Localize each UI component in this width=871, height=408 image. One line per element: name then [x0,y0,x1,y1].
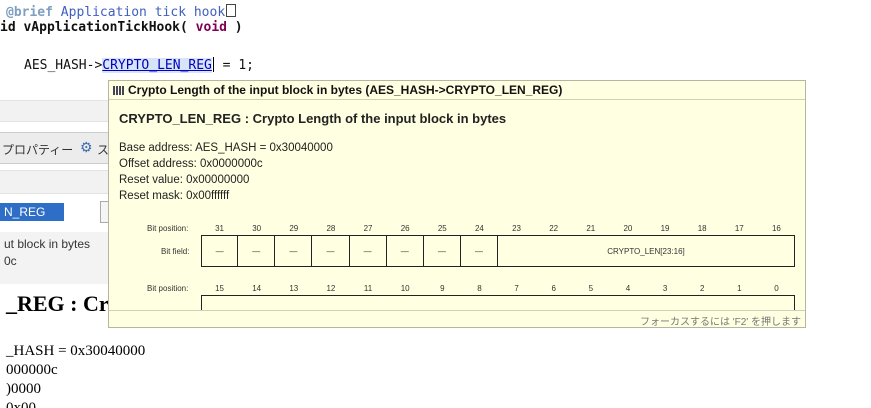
register-tooltip-popup[interactable]: Crypto Length of the input block in byte… [108,80,806,328]
bit-field-reserved: — [460,235,498,267]
bit-number: 14 [252,284,262,293]
bit-field-reserved: — [349,235,387,267]
bit-position-label: Bit position: [147,284,189,293]
function-paren: ) [226,20,243,35]
properties-tab[interactable]: プロパティー ⚙ ス [0,132,110,164]
reset-mask: Reset mask: 0x00ffffff [119,190,230,202]
doc-offset-address: 000000c [6,362,58,378]
bit-number: 11 [363,284,373,293]
doc-reset-mask-partial: 0x00 [6,400,36,408]
bit-number: 31 [215,224,225,233]
bit-number: 1 [737,284,742,293]
bit-number: 27 [363,224,373,233]
bit-number: 19 [660,224,670,233]
void-keyword: void [195,20,227,35]
bit-number: 26 [400,224,410,233]
secondary-toolbar [0,170,110,194]
popup-divider [109,99,805,100]
register-icon [113,86,124,95]
text-caret [212,57,214,72]
bit-number: 0 [774,284,779,293]
bit-field-reserved: — [312,235,350,267]
bit-number: 25 [437,224,447,233]
bit-number: 9 [440,284,445,293]
bit-number: 16 [771,224,781,233]
bit-number: 20 [623,224,633,233]
bit-field-reserved: — [386,235,424,267]
bit-number: 23 [512,224,522,233]
bit-number: 15 [215,284,225,293]
comment-tag: @brief [6,5,53,20]
bit-number: 24 [474,224,484,233]
base-address: Base address: AES_HASH = 0x30040000 [119,142,333,154]
popup-footer: フォーカスするには 'F2' を押します [109,310,805,328]
function-name: id vApplicationTickHook( [0,20,196,35]
description-pane: ut block in bytes 0c [0,232,110,284]
offset-address: Offset address: 0x0000000c [119,158,263,170]
bit-number: 22 [549,224,559,233]
bit-number: 4 [625,284,631,293]
bit-field-reserved: — [275,235,313,267]
bit-number: 30 [252,224,262,233]
function-signature-line: id vApplicationTickHook( void ) [0,20,243,35]
code-comment-line: @brief Application tick hook [6,4,237,20]
box-glyph-icon [226,4,237,17]
bit-number: 8 [477,284,482,293]
bit-number: 12 [326,284,336,293]
description-line: ut block in bytes [4,237,91,251]
bit-field-reserved: — [238,235,276,267]
description-line: 0c [4,254,17,268]
properties-tab-label: プロパティー [2,143,74,157]
bit-number: 28 [326,224,336,233]
bit-field-crypto-len: CRYPTO_LEN[23:16] [498,235,795,267]
popup-title: Crypto Length of the input block in byte… [128,83,563,97]
doc-reset-value: )0000 [6,381,41,397]
bit-field-reserved: — [201,235,239,267]
bit-number: 3 [662,284,668,293]
popup-title-bar: Crypto Length of the input block in byte… [109,81,805,99]
bit-number: 2 [699,284,705,293]
bit-number: 13 [289,284,299,293]
gear-plugin-icon[interactable]: ⚙ [80,139,93,156]
bit-number: 6 [551,284,556,293]
comment-text: Application tick hook [52,5,226,20]
bit-number: 29 [289,224,299,233]
bit-position-label: Bit position: [147,224,189,233]
bit-number: 10 [400,284,410,293]
statement-object: AES_HASH-> [24,58,103,73]
bit-number: 5 [588,284,594,293]
toolbar-strip [0,100,110,122]
bit-field-reserved: — [423,235,461,267]
assignment-statement-line[interactable]: AES_HASH->CRYPTO_LEN_REG = 1; [24,57,254,73]
bit-number: 7 [514,284,519,293]
bit-number: 21 [586,224,596,233]
hovered-register-member[interactable]: CRYPTO_LEN_REG [102,58,212,73]
bit-number: 18 [697,224,707,233]
statement-rest: = 1; [214,58,254,73]
doc-register-heading: _REG : Cr [6,291,109,316]
filter-input[interactable]: N_REG [0,203,64,221]
focus-hint: フォーカスするには 'F2' を押します [639,317,801,328]
reset-value: Reset value: 0x00000000 [119,174,250,186]
bit-number: 17 [734,224,744,233]
bit-field-label: Bit field: [161,247,190,256]
doc-base-address: _HASH = 0x30040000 [6,343,146,359]
register-heading: CRYPTO_LEN_REG : Crypto Length of the in… [119,111,507,126]
